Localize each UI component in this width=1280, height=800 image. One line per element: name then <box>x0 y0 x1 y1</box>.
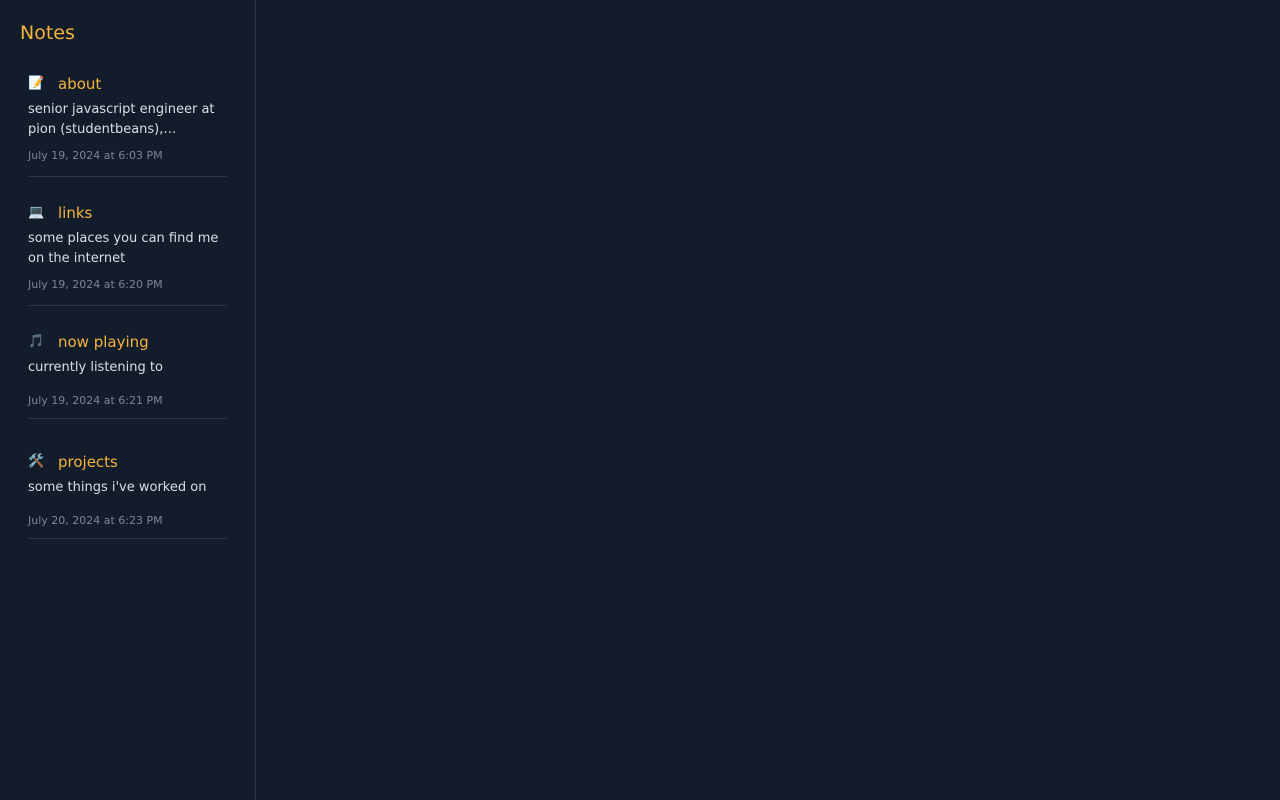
sidebar: Notes 📝 about senior javascript engineer… <box>0 0 256 800</box>
note-description: some things i've worked on <box>28 480 207 495</box>
note-title: projects <box>58 453 118 471</box>
note-description: senior javascript engineer at pion (stud… <box>28 102 215 137</box>
sidebar-title: Notes <box>20 22 75 44</box>
note-title: now playing <box>58 333 149 351</box>
laptop-icon: 💻 <box>28 205 45 220</box>
tools-icon: 🛠️ <box>28 454 45 469</box>
note-list: 📝 about senior javascript engineer at pi… <box>28 70 227 539</box>
note-content-pane <box>256 0 1280 800</box>
note-date: July 19, 2024 at 6:03 PM <box>28 149 163 162</box>
note-item-about[interactable]: 📝 about senior javascript engineer at pi… <box>28 70 227 177</box>
memo-icon: 📝 <box>28 76 45 91</box>
note-item-now-playing[interactable]: 🎵 now playing currently listening to Jul… <box>28 328 227 419</box>
note-header: 💻 links <box>28 199 227 227</box>
note-title: links <box>58 204 93 222</box>
note-title: about <box>58 75 102 93</box>
note-date: July 19, 2024 at 6:21 PM <box>28 394 163 407</box>
note-date: July 20, 2024 at 6:23 PM <box>28 514 163 527</box>
note-item-links[interactable]: 💻 links some places you can find me on t… <box>28 199 227 306</box>
note-header: 📝 about <box>28 70 227 98</box>
note-date: July 19, 2024 at 6:20 PM <box>28 278 163 291</box>
notes-app: Notes 📝 about senior javascript engineer… <box>0 0 1280 800</box>
note-header: 🎵 now playing <box>28 328 227 356</box>
note-header: 🛠️ projects <box>28 448 227 476</box>
note-description: some places you can find me on the inter… <box>28 231 219 266</box>
music-note-icon: 🎵 <box>28 334 45 349</box>
note-description: currently listening to <box>28 360 163 375</box>
note-item-projects[interactable]: 🛠️ projects some things i've worked on J… <box>28 448 227 539</box>
